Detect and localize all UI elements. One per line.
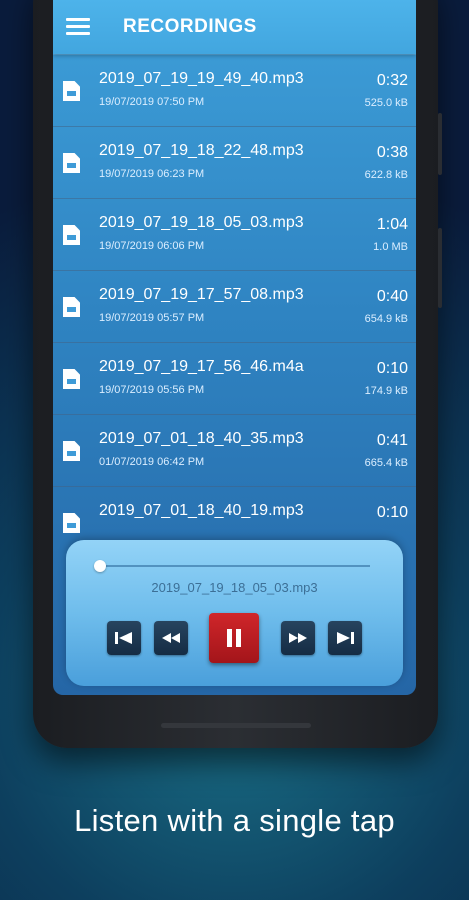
recording-item[interactable]: 2019_07_01_18_40_35.mp3 01/07/2019 06:42… xyxy=(53,414,416,487)
recording-duration: 0:40 xyxy=(376,288,408,305)
rewind-button[interactable] xyxy=(154,621,188,655)
phone-bottom-bar xyxy=(161,723,311,728)
recording-size: 174.9 kB xyxy=(364,385,408,397)
pause-icon xyxy=(227,629,241,647)
recording-name: 2019_07_19_19_49_40.mp3 xyxy=(99,70,304,87)
skip-previous-icon xyxy=(115,632,132,644)
recording-date: 19/07/2019 05:56 PM xyxy=(99,384,205,396)
recording-duration: 1:04 xyxy=(376,216,408,233)
recording-item[interactable]: 2019_07_19_17_56_46.m4a 19/07/2019 05:56… xyxy=(53,342,416,415)
audio-file-icon xyxy=(63,513,80,533)
recording-date: 19/07/2019 06:06 PM xyxy=(99,240,205,252)
rewind-icon xyxy=(162,633,180,643)
skip-previous-button[interactable] xyxy=(107,621,141,655)
recording-item[interactable]: 2019_07_19_17_57_08.mp3 19/07/2019 05:57… xyxy=(53,270,416,343)
now-playing-title: 2019_07_19_18_05_03.mp3 xyxy=(151,580,318,595)
skip-next-button[interactable] xyxy=(328,621,362,655)
skip-next-icon xyxy=(337,632,354,644)
pause-button[interactable] xyxy=(209,613,259,663)
audio-player: 2019_07_19_18_05_03.mp3 xyxy=(66,540,403,686)
app-bar: RECORDINGS xyxy=(53,0,416,54)
recording-date: 19/07/2019 07:50 PM xyxy=(99,96,205,108)
recording-name: 2019_07_01_18_40_19.mp3 xyxy=(99,502,304,519)
recording-size: 525.0 kB xyxy=(364,97,408,109)
recording-size: 654.9 kB xyxy=(364,313,408,325)
seek-bar[interactable] xyxy=(100,565,370,567)
recording-size: 622.8 kB xyxy=(364,169,408,181)
audio-file-icon xyxy=(63,81,80,101)
audio-file-icon xyxy=(63,153,80,173)
recording-item[interactable]: 2019_07_19_18_22_48.mp3 19/07/2019 06:23… xyxy=(53,126,416,199)
fast-forward-button[interactable] xyxy=(281,621,315,655)
phone-screen: RECORDINGS 2019_07_19_19_49_40.mp3 19/07… xyxy=(53,0,416,695)
recording-duration: 0:41 xyxy=(376,432,408,449)
volume-button xyxy=(438,113,442,175)
hamburger-menu-icon[interactable] xyxy=(66,18,90,36)
recording-duration: 0:10 xyxy=(376,360,408,377)
recording-size: 665.4 kB xyxy=(364,457,408,469)
recording-duration: 0:10 xyxy=(376,504,408,521)
recording-item[interactable]: 2019_07_19_19_49_40.mp3 19/07/2019 07:50… xyxy=(53,54,416,127)
app-title: RECORDINGS xyxy=(123,16,257,37)
recording-date: 01/07/2019 06:42 PM xyxy=(99,456,205,468)
recording-name: 2019_07_19_17_57_08.mp3 xyxy=(99,286,304,303)
recording-name: 2019_07_19_18_05_03.mp3 xyxy=(99,214,304,231)
recording-name: 2019_07_01_18_40_35.mp3 xyxy=(99,430,304,447)
audio-file-icon xyxy=(63,369,80,389)
recording-duration: 0:32 xyxy=(376,72,408,89)
recording-date: 19/07/2019 05:57 PM xyxy=(99,312,205,324)
promo-caption: Listen with a single tap xyxy=(74,803,395,838)
seek-bar-thumb[interactable] xyxy=(94,560,106,572)
fast-forward-icon xyxy=(289,633,307,643)
recording-date: 19/07/2019 06:23 PM xyxy=(99,168,205,180)
power-button xyxy=(438,228,442,308)
audio-file-icon xyxy=(63,297,80,317)
recording-item[interactable]: 2019_07_19_18_05_03.mp3 19/07/2019 06:06… xyxy=(53,198,416,271)
recording-size: 1.0 MB xyxy=(373,241,408,253)
recording-name: 2019_07_19_18_22_48.mp3 xyxy=(99,142,304,159)
audio-file-icon xyxy=(63,441,80,461)
recording-name: 2019_07_19_17_56_46.m4a xyxy=(99,358,304,375)
recording-duration: 0:38 xyxy=(376,144,408,161)
audio-file-icon xyxy=(63,225,80,245)
